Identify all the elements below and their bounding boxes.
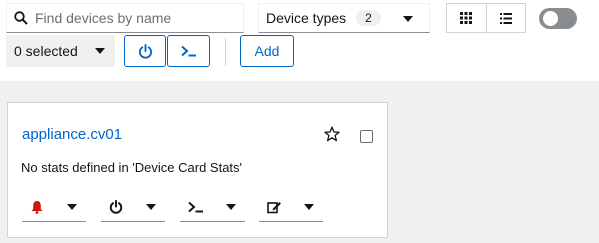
device-card-checkbox[interactable] xyxy=(360,130,373,143)
chevron-down-icon xyxy=(403,16,413,22)
view-toggle xyxy=(446,3,526,33)
toggle-switch[interactable] xyxy=(539,8,577,29)
grid-view-button[interactable] xyxy=(447,4,486,32)
chevron-down-icon xyxy=(146,204,156,210)
bulk-terminal-button[interactable] xyxy=(167,35,210,67)
chevron-down-icon xyxy=(304,204,314,210)
search-input[interactable] xyxy=(35,10,235,26)
edit-dropdown[interactable] xyxy=(259,192,323,222)
grid-icon xyxy=(460,12,473,24)
device-card-message: No stats defined in 'Device Card Stats' xyxy=(21,160,243,175)
alerts-dropdown[interactable] xyxy=(22,192,86,222)
bell-icon xyxy=(31,200,43,214)
terminal-icon xyxy=(180,45,196,57)
bulk-power-button[interactable] xyxy=(124,35,166,67)
power-dropdown[interactable] xyxy=(101,192,165,222)
chevron-down-icon xyxy=(226,204,236,210)
toolbar-divider xyxy=(225,38,226,66)
chevron-down-icon xyxy=(67,204,77,210)
search-box[interactable] xyxy=(6,3,244,33)
device-card-title[interactable]: appliance.cv01 xyxy=(22,126,122,143)
list-view-button[interactable] xyxy=(485,4,526,32)
terminal-dropdown[interactable] xyxy=(180,192,245,222)
device-card: appliance.cv01 No stats defined in 'Devi… xyxy=(7,102,388,238)
toolbar: Device types 2 0 selected xyxy=(0,0,599,81)
edit-icon xyxy=(267,201,281,213)
list-icon xyxy=(499,12,512,24)
device-grid: appliance.cv01 No stats defined in 'Devi… xyxy=(0,81,599,243)
bulk-selected-label: 0 selected xyxy=(14,43,78,59)
terminal-icon xyxy=(188,201,203,212)
power-icon xyxy=(138,43,152,58)
device-types-select[interactable]: Device types 2 xyxy=(258,3,430,33)
chevron-down-icon xyxy=(95,48,105,54)
bulk-select-dropdown[interactable]: 0 selected xyxy=(6,35,115,67)
power-icon xyxy=(109,199,123,214)
device-types-label: Device types xyxy=(266,10,347,26)
device-types-count-badge: 2 xyxy=(356,10,381,26)
add-button[interactable]: Add xyxy=(240,35,294,67)
star-icon[interactable] xyxy=(324,126,340,145)
search-icon xyxy=(7,11,35,25)
